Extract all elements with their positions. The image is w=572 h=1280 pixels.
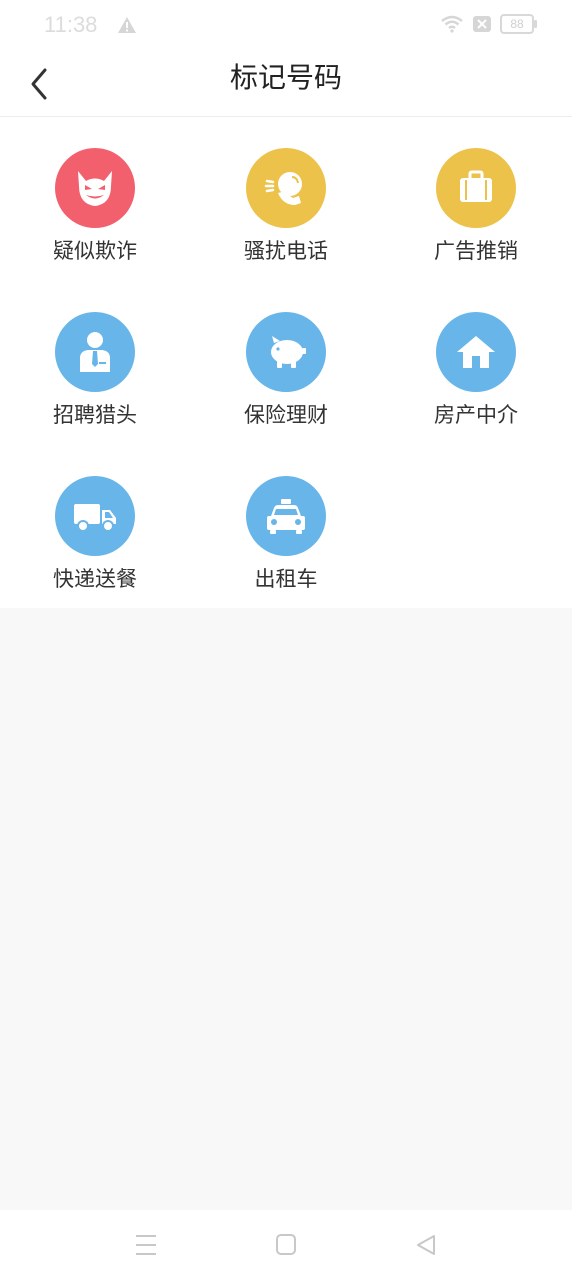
category-label: 保险理财 <box>244 403 328 427</box>
home-square-icon[interactable] <box>271 1232 301 1258</box>
back-triangle-icon[interactable] <box>412 1232 442 1258</box>
category-suspected-fraud[interactable]: 疑似欺诈 <box>0 117 190 267</box>
menu-icon[interactable] <box>131 1232 161 1258</box>
category-grid: 疑似欺诈 骚扰电话 广告推销 招聘猎头 保险理财 房产中介 快递送餐 出租车 <box>0 117 572 608</box>
sim-blocked-icon <box>473 16 491 32</box>
wifi-icon <box>441 15 463 33</box>
phone-talk-icon <box>246 148 326 228</box>
category-label: 骚扰电话 <box>244 239 328 263</box>
system-nav-bar <box>0 1210 572 1280</box>
category-label: 疑似欺诈 <box>53 239 137 263</box>
status-time: 11:38 <box>44 12 98 37</box>
status-icons: 88 <box>440 14 537 34</box>
category-label: 广告推销 <box>434 239 518 263</box>
devil-face-icon <box>55 148 135 228</box>
category-recruitment[interactable]: 招聘猎头 <box>0 281 190 431</box>
category-label: 出租车 <box>254 567 318 591</box>
truck-icon <box>55 476 135 556</box>
category-label: 招聘猎头 <box>53 403 137 427</box>
category-delivery[interactable]: 快递送餐 <box>0 445 190 595</box>
category-taxi[interactable]: 出租车 <box>191 445 381 595</box>
briefcase-icon <box>436 148 516 228</box>
category-insurance[interactable]: 保险理财 <box>191 281 381 431</box>
category-real-estate[interactable]: 房产中介 <box>381 281 571 431</box>
taxi-icon <box>246 476 326 556</box>
category-label: 快递送餐 <box>53 567 137 591</box>
category-label: 房产中介 <box>434 403 518 427</box>
house-icon <box>436 312 516 392</box>
status-bar: 11:38 88 <box>0 0 572 50</box>
warning-icon <box>118 17 136 33</box>
businessman-icon <box>55 312 135 392</box>
page-title: 标记号码 <box>229 61 342 94</box>
category-harassment-call[interactable]: 骚扰电话 <box>191 117 381 267</box>
battery-indicator: 88 <box>500 14 537 34</box>
nav-bar: 标记号码 <box>0 50 572 117</box>
category-advertising[interactable]: 广告推销 <box>381 117 571 267</box>
piggy-bank-icon <box>246 312 326 392</box>
